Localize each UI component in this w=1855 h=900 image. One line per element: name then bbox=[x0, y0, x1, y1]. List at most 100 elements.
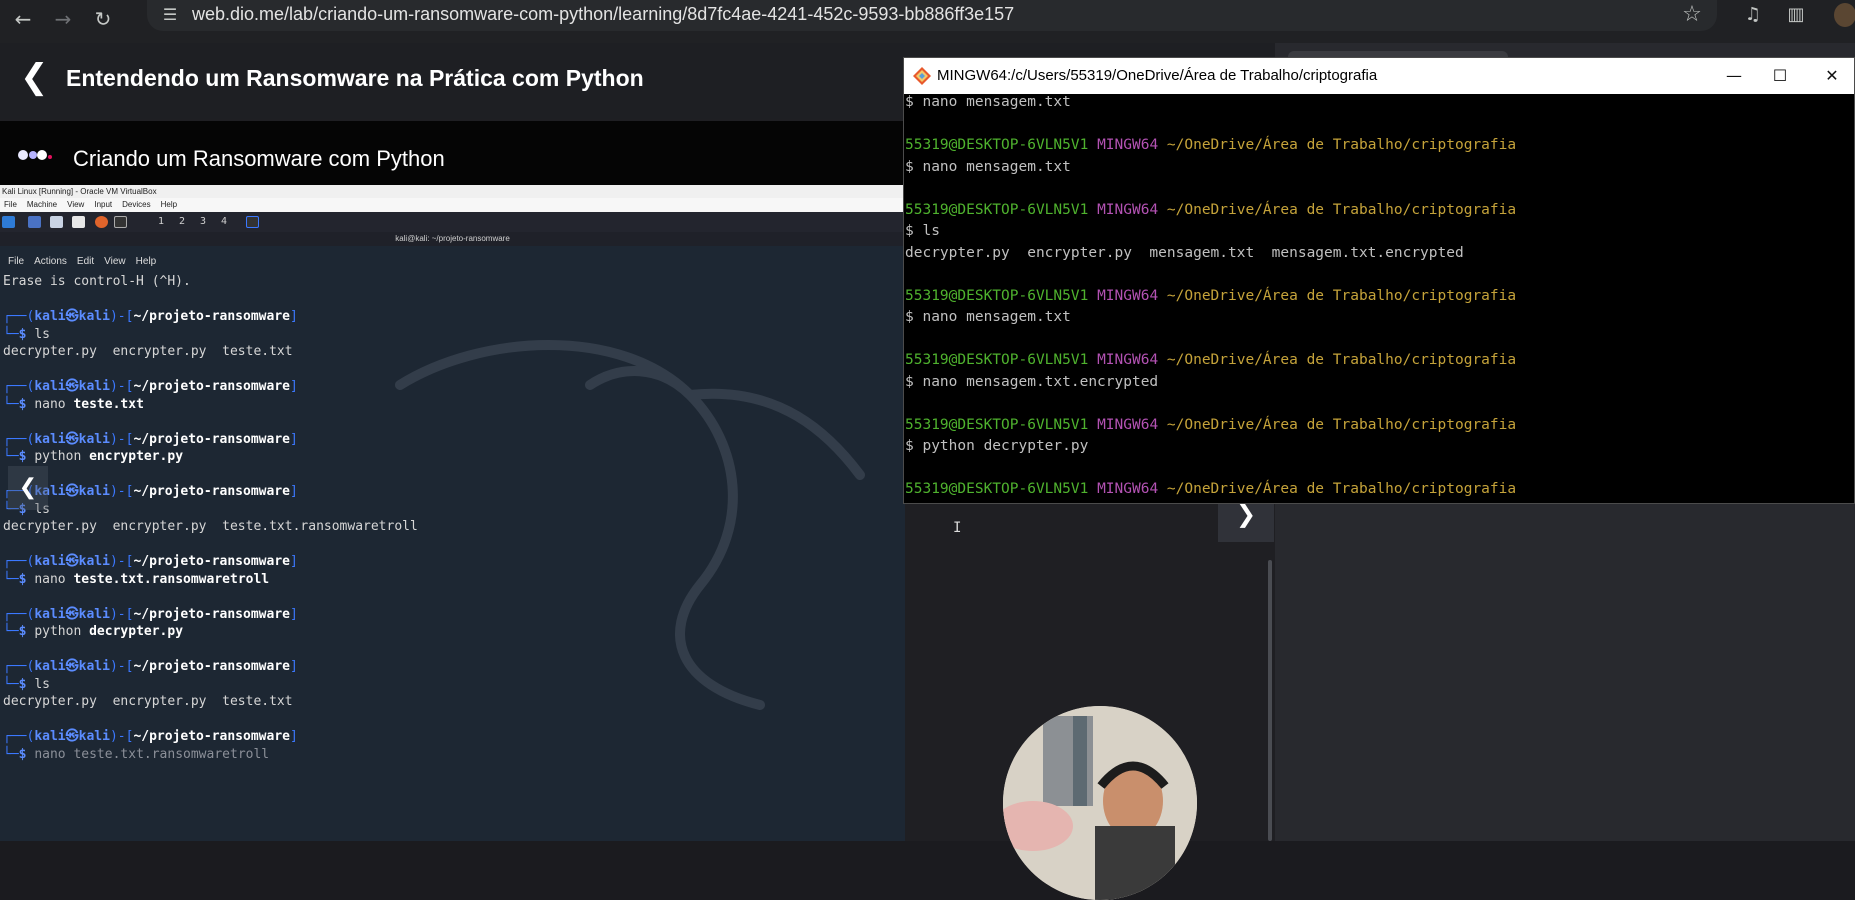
site-info-icon[interactable]: ☰ bbox=[158, 3, 182, 27]
bookmark-star-icon[interactable]: ☆ bbox=[1679, 2, 1705, 28]
prompt-path: ~/OneDrive/Área de Trabalho/criptografia bbox=[1166, 352, 1517, 368]
mingw-prompt-line: 55319@DESKTOP-6VLN5V1 MINGW64 ~/OneDrive… bbox=[905, 288, 1516, 305]
prompt-sep: ㉿ bbox=[65, 309, 79, 324]
url-text[interactable]: web.dio.me/lab/criando-um-ransomware-com… bbox=[192, 4, 1014, 25]
terminal-task-icon bbox=[246, 216, 259, 228]
command-arg: teste.txt bbox=[73, 396, 144, 412]
scrollbar[interactable] bbox=[1268, 560, 1272, 841]
prompt-corner: └─ bbox=[3, 676, 19, 692]
erase-text: Erase is control-H (^H). bbox=[3, 274, 191, 289]
vbox-window-title: Kali Linux [Running] - Oracle VM Virtual… bbox=[0, 185, 905, 198]
forward-arrow-icon[interactable]: → bbox=[48, 4, 78, 34]
vbox-menu-item: Machine bbox=[26, 200, 58, 209]
command-arg: encrypter.py bbox=[89, 449, 184, 464]
mingw-terminal-body[interactable]: $ nano mensagem.txt 55319@DESKTOP-6VLN5V1… bbox=[904, 94, 1854, 504]
prompt-bracket: ┌──( bbox=[3, 431, 35, 447]
term-menu-item: Help bbox=[135, 256, 157, 267]
term-menu-item: Edit bbox=[76, 256, 95, 267]
prompt-user-host: 55319@DESKTOP-6VLN5V1 bbox=[905, 137, 1089, 153]
chevron-left-icon[interactable]: ❮ bbox=[20, 57, 50, 97]
mingw-output-line: decrypter.py encrypter.py mensagem.txt m… bbox=[905, 245, 1464, 262]
prompt-line: ┌──(kali㉿kali)-[~/projeto-ransomware] bbox=[3, 308, 298, 325]
command-name: ls bbox=[34, 676, 50, 692]
media-queue-icon[interactable]: ♫ bbox=[1740, 2, 1766, 28]
prompt-bracket: )-[ bbox=[109, 431, 134, 447]
mingw-terminal-window[interactable]: MINGW64:/c/Users/55319/OneDrive/Área de … bbox=[903, 57, 1855, 504]
prompt-bracket: ] bbox=[289, 431, 298, 447]
mingw-prompt-line: 55319@DESKTOP-6VLN5V1 MINGW64 ~/OneDrive… bbox=[905, 481, 1516, 498]
mingw-prompt-line: 55319@DESKTOP-6VLN5V1 MINGW64 ~/OneDrive… bbox=[905, 352, 1516, 369]
workspace-2: 2 bbox=[178, 216, 186, 227]
output-text: decrypter.py encrypter.py teste.txt bbox=[3, 344, 293, 359]
reload-icon[interactable]: ↻ bbox=[88, 4, 118, 34]
minimize-button[interactable]: — bbox=[1714, 61, 1754, 91]
prompt-sep: ㉿ bbox=[65, 554, 79, 569]
prompt-bracket: ┌──( bbox=[3, 659, 35, 674]
prompt-user: kali bbox=[34, 606, 66, 622]
prompt-line: ┌──(kali㉿kali)-[~/projeto-ransomware] bbox=[3, 658, 298, 675]
command-text: $ python decrypter.py bbox=[905, 438, 1089, 454]
prompt-bracket: ] bbox=[289, 554, 298, 569]
prompt-bracket: ] bbox=[289, 309, 298, 324]
prompt-host: kali bbox=[78, 309, 110, 324]
prompt-path: ~/projeto-ransomware bbox=[133, 431, 290, 447]
prompt-bracket: ] bbox=[289, 606, 298, 622]
prompt-corner: └─ bbox=[3, 571, 19, 587]
prompt-path: ~/OneDrive/Área de Trabalho/criptografia bbox=[1166, 481, 1517, 497]
output-text: decrypter.py encrypter.py teste.txt bbox=[3, 694, 293, 709]
erase-line: Erase is control-H (^H). bbox=[3, 273, 191, 290]
mingw-command-line: $ nano mensagem.txt bbox=[905, 159, 1071, 176]
command-output: decrypter.py encrypter.py teste.txt bbox=[3, 343, 293, 360]
prompt-path: ~/OneDrive/Área de Trabalho/criptografia bbox=[1166, 137, 1517, 153]
prompt-host: kali bbox=[78, 379, 110, 394]
command-text: $ ls bbox=[905, 503, 940, 504]
maximize-button[interactable]: ☐ bbox=[1760, 61, 1800, 91]
back-arrow-icon[interactable]: ← bbox=[8, 4, 38, 34]
git-bash-icon bbox=[913, 67, 931, 85]
prompt-path: ~/projeto-ransomware bbox=[133, 309, 290, 324]
prompt-corner: └─ bbox=[3, 624, 19, 639]
mouse-ibeam-cursor: I bbox=[953, 520, 962, 536]
command-text: $ nano mensagem.txt bbox=[905, 309, 1071, 325]
close-button[interactable]: ✕ bbox=[1812, 61, 1852, 91]
command-text: $ ls bbox=[905, 223, 940, 239]
command-name: python bbox=[34, 624, 82, 639]
prompt-host: kali bbox=[78, 606, 110, 622]
command-arg: teste.txt.ransomwaretroll bbox=[73, 746, 270, 762]
prompt-user-host: 55319@DESKTOP-6VLN5V1 bbox=[905, 201, 1089, 218]
kali-menu-icon bbox=[2, 216, 15, 228]
terminal-menubar: File Actions Edit View Help bbox=[0, 255, 905, 269]
command-arg: teste.txt.ransomwaretroll bbox=[73, 571, 270, 587]
mingw-command-line: $ nano mensagem.txt.encrypted bbox=[905, 374, 1158, 391]
prompt-user: kali bbox=[34, 659, 66, 674]
mingw-command-line: $ ls bbox=[905, 503, 940, 504]
prompt-user-host: 55319@DESKTOP-6VLN5V1 bbox=[905, 352, 1089, 368]
prompt-env: MINGW64 bbox=[1097, 352, 1159, 368]
vbox-menu-item: Devices bbox=[122, 200, 151, 209]
sidebar-icon[interactable]: ▥ bbox=[1783, 2, 1809, 28]
prompt-path: ~/projeto-ransomware bbox=[133, 554, 290, 569]
previous-lesson-button[interactable]: ❮ bbox=[8, 466, 48, 510]
prompt-line: ┌──(kali㉿kali)-[~/projeto-ransomware] bbox=[3, 606, 298, 623]
prompt-sep: ㉿ bbox=[65, 606, 79, 622]
video-player[interactable]: Kali Linux [Running] - Oracle VM Virtual… bbox=[0, 185, 905, 841]
prompt-bracket: ┌──( bbox=[3, 729, 35, 744]
prompt-user-host: 55319@DESKTOP-6VLN5V1 bbox=[905, 481, 1089, 497]
prompt-host: kali bbox=[78, 554, 110, 569]
kali-top-panel: 1 2 3 4 bbox=[0, 212, 905, 232]
term-menu-item: Actions bbox=[34, 256, 67, 267]
prompt-bracket: ┌──( bbox=[3, 309, 35, 324]
command-line: └─$ ls bbox=[3, 676, 50, 693]
prompt-bracket: )-[ bbox=[109, 484, 134, 499]
prompt-bracket: )-[ bbox=[109, 554, 134, 569]
kali-terminal[interactable]: Erase is control-H (^H). ┌──(kali㉿kali)-[… bbox=[3, 273, 903, 833]
profile-avatar[interactable] bbox=[1834, 3, 1855, 27]
mingw-titlebar[interactable]: MINGW64:/c/Users/55319/OneDrive/Área de … bbox=[904, 58, 1854, 94]
